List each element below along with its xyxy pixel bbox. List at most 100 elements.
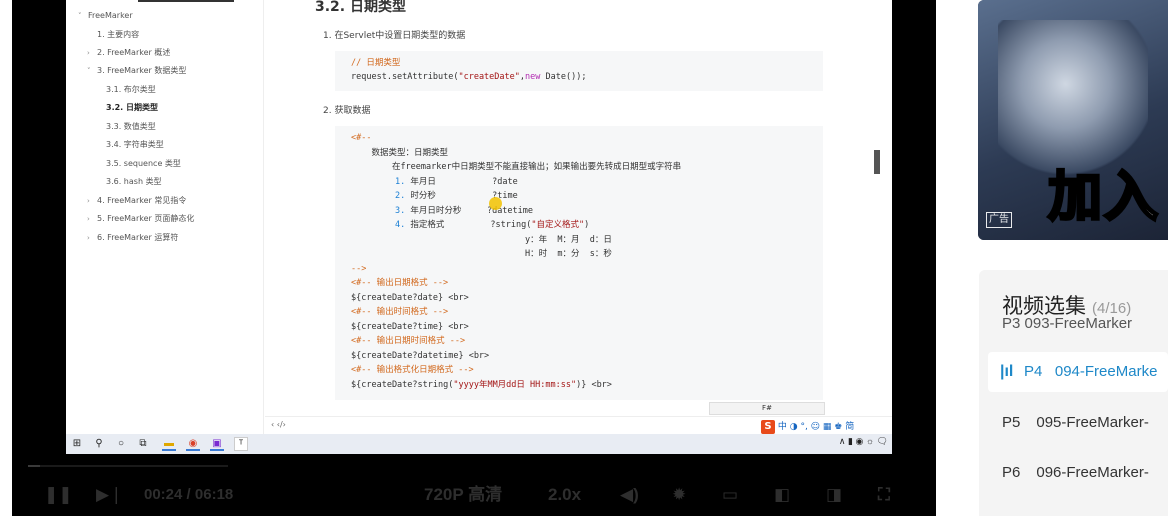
playing-icon: |ıl bbox=[1000, 363, 1014, 380]
playlist-item[interactable]: P6 096-FreeMarker- bbox=[1002, 464, 1149, 481]
code-line: <#-- 输出格式化日期格式 --> bbox=[351, 365, 474, 375]
code-line: request.setAttribute("createDate",new Da… bbox=[351, 72, 587, 82]
progress-fill bbox=[28, 465, 40, 467]
ide-icon[interactable]: ▣ bbox=[210, 437, 224, 451]
ime-toolbar[interactable]: S 中 ◑ °, ☺ ▦ ♚ 简 bbox=[761, 419, 891, 434]
pip-icon[interactable]: ▭ bbox=[722, 484, 738, 506]
toc-item[interactable]: 1. 主要内容 bbox=[97, 26, 139, 44]
code-text: ) bbox=[584, 220, 590, 230]
code-text: Date()); bbox=[540, 72, 587, 82]
code-text: 年月日时分秒 ?datetime bbox=[405, 206, 534, 216]
code-string: "自定义格式" bbox=[531, 220, 585, 230]
app-icon[interactable]: ᵀ bbox=[234, 437, 248, 451]
sidebar-scrollbar bbox=[138, 0, 234, 2]
code-line: ${createDate?datetime} <br> bbox=[351, 351, 490, 361]
toc-item-label: 3.2. 日期类型 bbox=[106, 103, 158, 112]
code-text: ${createDate?string( bbox=[351, 380, 454, 390]
footer-nav[interactable]: ‹ ‹/› bbox=[271, 420, 286, 429]
toc-item-label: 3.1. 布尔类型 bbox=[106, 85, 156, 94]
settings-icon[interactable]: ✹ bbox=[672, 484, 686, 506]
volume-icon[interactable]: ◀) bbox=[620, 484, 639, 506]
active-item-number: P4 bbox=[1024, 363, 1043, 380]
toc-item[interactable]: 3.1. 布尔类型 bbox=[106, 81, 156, 99]
doc-sidebar: ˅ FreeMarker 1. 主要内容 › 2. FreeMarker 概述 ˅ 3.… bbox=[66, 0, 264, 434]
file-explorer-icon[interactable]: ▬ bbox=[162, 437, 176, 451]
playlist-item-number: P5 bbox=[1002, 414, 1021, 431]
code-text: 年月日 ?date bbox=[405, 177, 518, 187]
toc-root[interactable]: ˅ FreeMarker bbox=[78, 7, 133, 25]
toc-item[interactable]: › 2. FreeMarker 概述 bbox=[87, 44, 170, 62]
toc-item[interactable]: 3.4. 字符串类型 bbox=[106, 136, 164, 154]
next-icon[interactable]: ▶❘ bbox=[96, 484, 123, 506]
code-line: 4. 指定格式 ?string("自定义格式") bbox=[395, 219, 589, 231]
toc-item[interactable]: ˅ 3. FreeMarker 数据类型 bbox=[87, 62, 187, 80]
chrome-icon[interactable]: ◉ bbox=[186, 437, 200, 451]
ad-banner[interactable]: 加入 广告 bbox=[978, 0, 1168, 240]
search-icon[interactable]: ⚲ bbox=[92, 437, 106, 451]
list-number: 2. bbox=[395, 191, 406, 201]
chevron-right-icon: › bbox=[87, 49, 90, 57]
chevron-down-icon: ˅ bbox=[78, 12, 82, 20]
step-2: 2. 获取数据 bbox=[323, 106, 371, 116]
code-line: ${createDate?date} <br> bbox=[351, 293, 469, 303]
code-string: "createDate" bbox=[458, 72, 520, 82]
code-line: 3. 年月日时分秒 ?datetime bbox=[395, 205, 533, 217]
active-item-title: 094-FreeMarke bbox=[1054, 363, 1158, 380]
fullscreen-icon[interactable]: ⛶ bbox=[878, 484, 890, 506]
quality-button[interactable]: 720P 高清 bbox=[424, 484, 502, 506]
active-item-label: P4 094-FreeMarke bbox=[1024, 363, 1157, 380]
sogou-icon[interactable]: S bbox=[761, 420, 775, 434]
chevron-right-icon: › bbox=[87, 234, 90, 242]
player-controls: ❚❚ ▶❘ 00:24 / 06:18 720P 高清 2.0x ◀) ✹ ▭ … bbox=[12, 462, 936, 516]
toc-item[interactable]: 3.2. 日期类型 bbox=[106, 99, 158, 117]
playlist-item-p3[interactable]: P3 093-FreeMarker bbox=[1002, 315, 1132, 332]
playlist-item-title: 096-FreeMarker- bbox=[1036, 464, 1149, 481]
toc-item[interactable]: › 4. FreeMarker 常见指令 bbox=[87, 192, 187, 210]
progress-bar[interactable] bbox=[28, 465, 228, 467]
speed-button[interactable]: 2.0x bbox=[548, 484, 581, 506]
widescreen-icon[interactable]: ◧ bbox=[774, 484, 790, 506]
video-playlist: 视频选集 (4/16) P3 093-FreeMarker |ıl P4 094-… bbox=[979, 270, 1168, 516]
playlist-item-active[interactable]: |ıl P4 094-FreeMarke bbox=[988, 352, 1168, 392]
toc-item-label: 6. FreeMarker 运算符 bbox=[97, 233, 179, 242]
toc-item[interactable]: 3.3. 数值类型 bbox=[106, 118, 156, 136]
code-text: )} <br> bbox=[576, 380, 612, 390]
cortana-icon[interactable]: ○ bbox=[114, 437, 128, 451]
playlist-item-number: P6 bbox=[1002, 464, 1021, 481]
toc-item[interactable]: 3.6. hash 类型 bbox=[106, 173, 162, 191]
toc-item-label: 4. FreeMarker 常见指令 bbox=[97, 196, 187, 205]
tray-icons[interactable]: ∧ ▮ ◉ ☼ 🗨 bbox=[839, 436, 888, 446]
video-scrollbar-thumb bbox=[874, 150, 880, 174]
toc-item-label: 3.5. sequence 类型 bbox=[106, 159, 181, 168]
os-taskbar: ⊞ ⚲ ○ ⧉ ▬ ◉ ▣ ᵀ ∧ ▮ ◉ ☼ 🗨 bbox=[66, 434, 892, 454]
video-player[interactable]: ˅ FreeMarker 1. 主要内容 › 2. FreeMarker 概述 ˅ 3.… bbox=[12, 0, 936, 516]
toc-item-label: 3.3. 数值类型 bbox=[106, 122, 156, 131]
webpage-fullscreen-icon[interactable]: ◨ bbox=[826, 484, 842, 506]
toc-root-label: FreeMarker bbox=[88, 11, 133, 20]
toc-item-label: 1. 主要内容 bbox=[97, 30, 140, 39]
chevron-down-icon: ˅ bbox=[87, 67, 91, 75]
toc-item[interactable]: 3.5. sequence 类型 bbox=[106, 155, 181, 173]
list-number: 3. bbox=[395, 206, 406, 216]
toc-item[interactable]: › 5. FreeMarker 页面静态化 bbox=[87, 210, 194, 228]
playlist-item-title: 095-FreeMarker- bbox=[1036, 414, 1149, 431]
windows-start-icon[interactable]: ⊞ bbox=[70, 437, 84, 451]
task-view-icon[interactable]: ⧉ bbox=[136, 437, 150, 451]
playlist-item[interactable]: P5 095-FreeMarker- bbox=[1002, 414, 1149, 431]
code-line: <#-- bbox=[351, 133, 372, 143]
code-text: request.setAttribute( bbox=[351, 72, 459, 82]
chevron-right-icon: › bbox=[87, 215, 90, 223]
ime-input-box: F# bbox=[709, 402, 825, 415]
toc-item-label: 3. FreeMarker 数据类型 bbox=[97, 66, 187, 75]
toc-item[interactable]: › 6. FreeMarker 运算符 bbox=[87, 229, 179, 247]
chevron-right-icon: › bbox=[87, 197, 90, 205]
ime-status: 中 ◑ °, ☺ ▦ ♚ 简 bbox=[777, 422, 855, 432]
video-frame[interactable]: ˅ FreeMarker 1. 主要内容 › 2. FreeMarker 概述 ˅ 3.… bbox=[66, 0, 892, 454]
code-line: 1. 年月日 ?date bbox=[395, 176, 518, 188]
code-line: 在freemarker中日期类型不能直接输出；如果输出要先转成日期型或字符串 bbox=[351, 162, 682, 172]
time-separator: / bbox=[186, 486, 191, 503]
doc-content: 3.2. 日期类型 1. 在Servlet中设置日期类型的数据 // 日期类型 … bbox=[265, 0, 892, 434]
pause-icon[interactable]: ❚❚ bbox=[44, 484, 73, 506]
code-keyword: new bbox=[525, 72, 541, 82]
code-block-2: <#-- 数据类型：日期类型 在freemarker中日期类型不能直接输出；如果… bbox=[335, 126, 823, 400]
